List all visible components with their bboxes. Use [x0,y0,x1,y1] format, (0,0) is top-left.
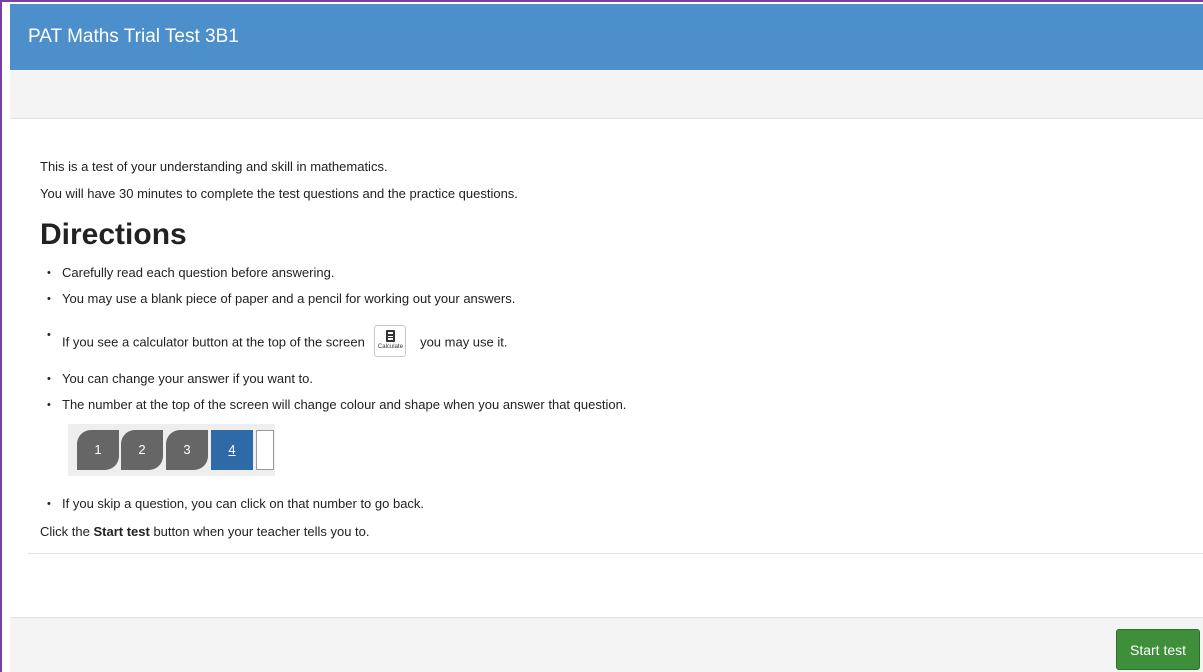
direction-item-3: If you see a calculator button at the to… [47,325,508,359]
direction-item-5: The number at the top of the screen will… [47,397,627,413]
calculator-label: Calculate [377,344,403,350]
intro-line-1: This is a test of your understanding and… [40,159,388,174]
start-test-button[interactable]: Start test [1116,629,1200,670]
start-instruction: Click the Start test button when your te… [40,524,370,539]
direction-item-text: You can change your answer if you want t… [62,371,314,386]
start-instruction-bold: Start test [93,524,150,539]
intro-line-2: You will have 30 minutes to complete the… [40,186,518,201]
question-number-4-current: 4 [211,430,253,470]
question-number-3: 3 [166,430,208,470]
calculator-icon [385,330,395,342]
direction-item-2: You may use a blank piece of paper and a… [47,291,516,307]
direction-item-text: If you skip a question, you can click on… [62,496,425,511]
directions-heading: Directions [40,218,187,251]
question-number-next [256,430,274,470]
content-divider [28,553,1203,554]
question-number-2: 2 [121,430,163,470]
footer-bar [10,617,1203,672]
direction-item-text: If you see a calculator button at the to… [62,334,365,350]
question-number-1: 1 [77,430,119,470]
calculator-suffix-text: you may use it. [420,334,508,350]
page-title: PAT Maths Trial Test 3B1 [28,26,239,47]
title-bar: PAT Maths Trial Test 3B1 [10,4,1203,70]
left-gutter [2,2,10,672]
direction-item-text: You may use a blank piece of paper and a… [62,291,516,306]
direction-item-text: The number at the top of the screen will… [62,397,627,412]
toolbar-strip [10,70,1203,119]
direction-item-6: If you skip a question, you can click on… [47,496,425,512]
start-instruction-suffix: button when your teacher tells you to. [149,524,370,539]
start-instruction-prefix: Click the [40,524,94,539]
direction-item-text: Carefully read each question before answ… [62,265,335,280]
app-window: PAT Maths Trial Test 3B1 This is a test … [0,0,1203,672]
question-nav-example: 1 2 3 4 [68,424,275,476]
calculator-example-button: Calculate [374,325,407,357]
direction-item-1: Carefully read each question before answ… [47,265,335,281]
direction-item-4: You can change your answer if you want t… [47,371,314,387]
